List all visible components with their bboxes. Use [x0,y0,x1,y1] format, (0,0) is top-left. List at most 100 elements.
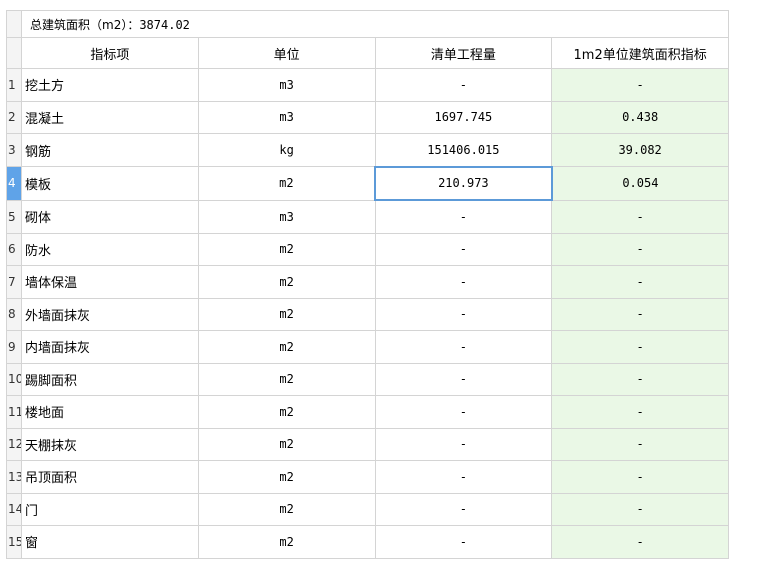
row-number[interactable]: 15 [6,525,22,559]
row-number[interactable]: 10 [6,362,22,396]
summary-row-marker [6,10,22,38]
table-row[interactable]: 11楼地面m2-- [6,395,729,429]
header-item[interactable]: 指标项 [21,37,199,69]
quantity-cell[interactable]: - [374,492,553,526]
quantity-cell[interactable]: - [374,525,553,559]
unit-cell[interactable]: m2 [197,395,376,429]
indicator-name-cell[interactable]: 踢脚面积 [21,362,199,396]
row-number[interactable]: 12 [6,427,22,461]
table-row[interactable]: 7 墙体保温 m2- - [6,265,729,299]
indicator-name-cell[interactable]: 窗 [21,525,199,559]
unit-cell[interactable]: m2 [197,362,376,396]
indicator-name-cell[interactable]: 砌体 [21,199,199,234]
index-cell[interactable]: - [551,427,729,461]
index-cell[interactable]: - [551,362,729,396]
index-cell[interactable]: - [551,460,729,494]
indicator-name-cell[interactable]: 防水 [21,232,199,266]
indicator-name-cell[interactable]: 混凝土 [21,100,199,134]
index-cell[interactable]: 0.438 [551,100,729,134]
table-row[interactable]: 10踢脚面积m2-- [6,362,729,396]
row-number[interactable]: 3 [6,133,22,167]
quantity-cell[interactable]: - [374,330,553,364]
quantity-cell[interactable]: - [374,460,553,494]
unit-cell[interactable]: m2 [197,330,376,364]
row-number[interactable]: 11 [6,395,22,429]
header-unit[interactable]: 单位 [197,37,376,69]
table-row[interactable]: 1 挖土方 m3- - [6,68,729,102]
indicator-name-cell[interactable]: 内墙面抹灰 [21,330,199,364]
table-row[interactable]: 3 钢筋 kg 151406.015 39.082 [6,133,729,167]
unit-cell[interactable]: m2 [197,460,376,494]
index-cell[interactable]: - [551,68,729,102]
total-area-value: 3874.02 [139,17,190,32]
indicator-name-cell[interactable]: 外墙面抹灰 [21,297,199,331]
unit-cell[interactable]: m2 [197,492,376,526]
quantity-cell[interactable]: - [374,297,553,331]
index-cell[interactable]: - [551,395,729,429]
index-cell[interactable]: - [551,297,729,331]
indicator-name-cell[interactable]: 天棚抹灰 [21,427,199,461]
unit-cell[interactable]: m2 [197,265,376,299]
unit-cell[interactable]: m2 [197,232,376,266]
table-row[interactable]: 8 外墙面抹灰 m2- - [6,297,729,331]
row-number[interactable]: 1 [6,68,22,102]
row-number[interactable]: 13 [6,460,22,494]
index-cell[interactable]: 0.054 [551,166,729,201]
unit-cell[interactable]: kg [197,133,376,167]
table-row[interactable]: 5 砌体 m3- - [6,199,729,234]
table-row[interactable]: 14门m2-- [6,492,729,526]
header-qty[interactable]: 清单工程量 [374,37,553,69]
quantity-cell[interactable]: - [374,362,553,396]
index-cell[interactable]: - [551,199,729,234]
unit-cell[interactable]: m2 [197,166,376,201]
unit-cell[interactable]: m3 [197,100,376,134]
row-number[interactable]: 8 [6,297,22,331]
index-cell[interactable]: - [551,492,729,526]
quantity-cell[interactable]: - [374,395,553,429]
unit-cell[interactable]: m3 [197,199,376,234]
table-body: 1 挖土方 m3- -2 混凝土 m3 1697.745 0.438 3 钢筋 kg 151406.0… [6,68,729,559]
quantity-cell[interactable]: 210.973 [374,165,553,201]
indicator-name-cell[interactable]: 挖土方 [21,68,199,102]
quantity-cell[interactable]: - [374,68,553,102]
quantity-cell[interactable]: 151406.015 [374,133,553,167]
row-number[interactable]: 2 [6,100,22,134]
unit-cell[interactable]: m3 [197,68,376,102]
row-number[interactable]: 7 [6,265,22,299]
row-number[interactable]: 14 [6,492,22,526]
index-cell[interactable]: - [551,330,729,364]
table-row[interactable]: 9 内墙面抹灰 m2- - [6,330,729,364]
index-cell[interactable]: - [551,265,729,299]
unit-cell[interactable]: m2 [197,525,376,559]
index-cell[interactable]: 39.082 [551,133,729,167]
total-area-label: 总建筑面积（m2）： [30,17,140,32]
index-cell[interactable]: - [551,232,729,266]
quantity-cell[interactable]: - [374,427,553,461]
table-row[interactable]: 15窗m2-- [6,525,729,559]
row-number[interactable]: 5 [6,199,22,234]
indicator-name-cell[interactable]: 楼地面 [21,395,199,429]
quantity-cell[interactable]: - [374,265,553,299]
table-row[interactable]: 12天棚抹灰m2-- [6,427,729,461]
row-number[interactable]: 4 [6,166,22,201]
summary-row: 总建筑面积（m2）：3874.02 [6,10,729,38]
quantity-cell[interactable]: - [374,232,553,266]
index-cell[interactable]: - [551,525,729,559]
indicator-name-cell[interactable]: 模板 [21,166,199,201]
row-number[interactable]: 6 [6,232,22,266]
table-row[interactable]: 13吊顶面积m2-- [6,460,729,494]
indicator-name-cell[interactable]: 门 [21,492,199,526]
indicator-name-cell[interactable]: 钢筋 [21,133,199,167]
indicator-name-cell[interactable]: 墙体保温 [21,265,199,299]
indicator-name-cell[interactable]: 吊顶面积 [21,460,199,494]
row-number[interactable]: 9 [6,330,22,364]
unit-cell[interactable]: m2 [197,297,376,331]
unit-cell[interactable]: m2 [197,427,376,461]
header-index[interactable]: 1m2单位建筑面积指标 [551,37,729,69]
quantity-cell[interactable]: 1697.745 [374,100,553,134]
header-corner [6,37,22,69]
table-row[interactable]: 2 混凝土 m3 1697.745 0.438 [6,100,729,134]
quantity-cell[interactable]: - [374,199,553,234]
table-row[interactable]: 4 模板 m2 210.973 0.054 [6,165,729,201]
table-row[interactable]: 6 防水 m2- - [6,232,729,266]
